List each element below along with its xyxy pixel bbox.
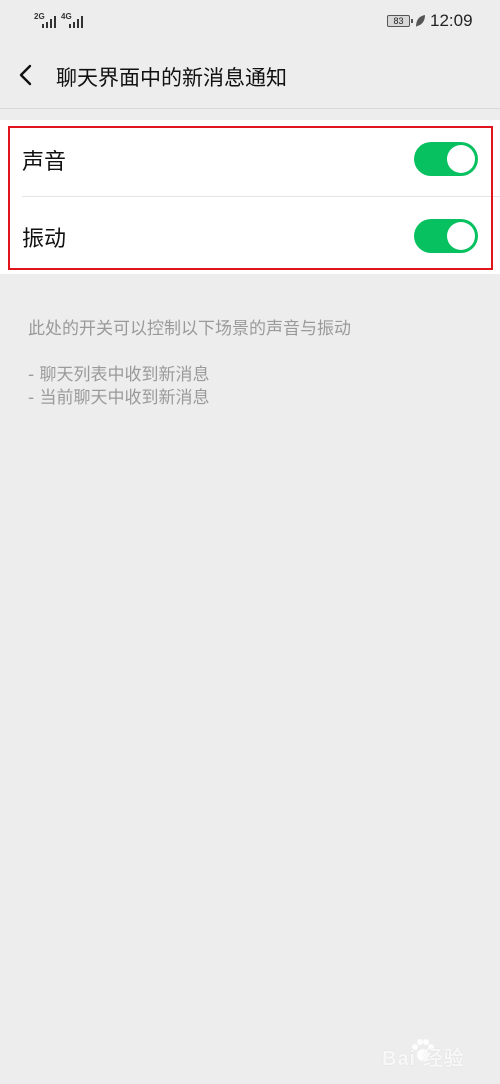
chevron-left-icon — [19, 64, 32, 86]
status-bar: 2G 4G 83 12:09 — [0, 0, 500, 42]
bullet-item: - 聊天列表中收到新消息 — [28, 365, 210, 385]
description-text: 此处的开关可以控制以下场景的声音与振动 — [28, 319, 351, 339]
setting-row-vibration[interactable]: 振动 — [0, 197, 500, 273]
setting-label-sound: 声音 — [22, 150, 67, 175]
bullet-list: - 聊天列表中收到新消息 - 当前聊天中收到新消息 — [28, 364, 210, 410]
signal-4g-icon: 4G — [61, 12, 85, 30]
back-button[interactable] — [10, 58, 44, 92]
page-title: 聊天界面中的新消息通知 — [56, 66, 287, 90]
sound-toggle[interactable] — [414, 142, 478, 176]
signal-2g-icon: 2G — [34, 12, 58, 30]
clock: 12:09 — [430, 11, 473, 30]
watermark-text: Bai 经验 — [382, 1048, 465, 1070]
toggle-knob — [447, 145, 475, 173]
watermark: Bai 经验 — [382, 1038, 492, 1070]
leaf-icon — [416, 15, 425, 27]
settings-card: 声音 振动 — [0, 120, 500, 274]
battery-level: 83 — [393, 16, 404, 26]
battery-icon: 83 — [387, 15, 413, 27]
setting-label-vibration: 振动 — [22, 227, 67, 252]
toggle-knob — [447, 222, 475, 250]
setting-row-sound[interactable]: 声音 — [0, 120, 500, 197]
bullet-item: - 当前聊天中收到新消息 — [28, 388, 210, 408]
nav-bar: 聊天界面中的新消息通知 — [0, 42, 500, 109]
vibration-toggle[interactable] — [414, 219, 478, 253]
